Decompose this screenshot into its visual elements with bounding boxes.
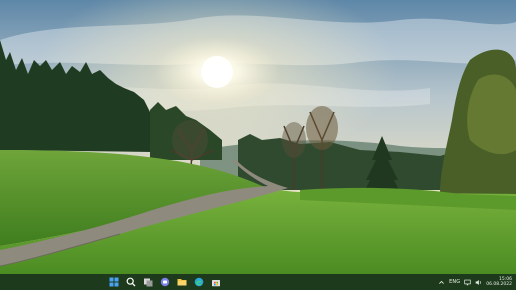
chat-button[interactable] xyxy=(158,275,172,289)
task-view-button[interactable] xyxy=(141,275,155,289)
edge-browser-icon xyxy=(194,277,204,287)
network-icon[interactable] xyxy=(464,279,471,286)
store-button[interactable] xyxy=(209,275,223,289)
file-explorer-button[interactable] xyxy=(175,275,189,289)
store-icon xyxy=(212,280,220,287)
start-button[interactable] xyxy=(107,275,121,289)
clock[interactable]: 15:06 06.08.2022 xyxy=(486,277,512,288)
taskbar-apps xyxy=(107,274,223,290)
clock-date: 06.08.2022 xyxy=(486,282,512,287)
chevron-up-icon[interactable] xyxy=(438,279,445,286)
task-view-icon xyxy=(144,278,153,287)
volume-icon[interactable] xyxy=(475,279,482,286)
search-button[interactable] xyxy=(124,275,138,289)
search-icon xyxy=(126,277,136,287)
chat-icon xyxy=(160,277,170,287)
desktop-wallpaper xyxy=(0,0,516,274)
folder-icon xyxy=(177,279,187,286)
edge-button[interactable] xyxy=(192,275,206,289)
system-tray: ENG 15:06 06.08.2022 xyxy=(438,274,512,290)
taskbar: ENG 15:06 06.08.2022 xyxy=(0,274,516,290)
windows-logo-icon xyxy=(109,277,119,287)
language-indicator[interactable]: ENG xyxy=(449,279,460,285)
